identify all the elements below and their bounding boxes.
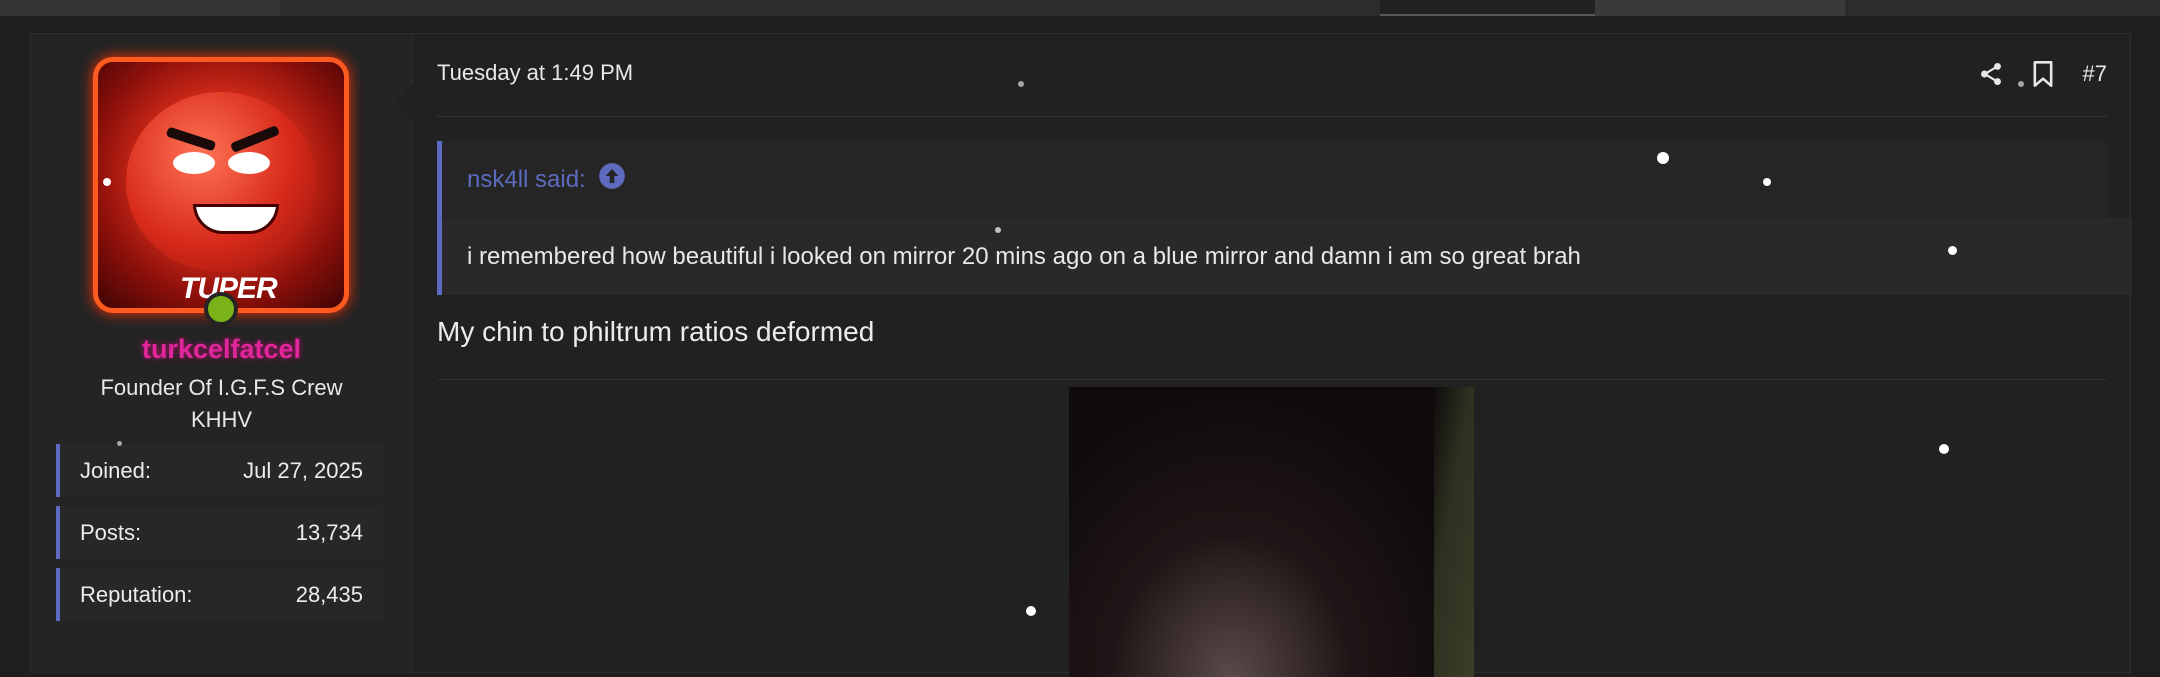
post-content: Tuesday at 1:49 PM #7 nsk4ll said: i rem… xyxy=(412,34,2132,677)
username[interactable]: turkcelfatcel xyxy=(31,334,412,365)
avatar-eye xyxy=(228,152,270,174)
stat-label: Joined: xyxy=(80,457,151,483)
snow-particle xyxy=(1939,444,1949,454)
post-message-text: My chin to philtrum ratios deformed xyxy=(437,316,875,347)
user-stat-posts: Posts: 13,734 xyxy=(56,506,383,559)
quote-author[interactable]: nsk4ll said: xyxy=(467,166,586,194)
post-number-link[interactable]: #7 xyxy=(2083,61,2107,87)
snow-particle xyxy=(1018,81,1024,87)
user-title: Founder Of I.G.F.S Crew KHHV xyxy=(100,375,343,432)
stat-value: 13,734 xyxy=(295,519,363,545)
post-date[interactable]: Tuesday at 1:49 PM xyxy=(437,60,633,86)
post-image[interactable] xyxy=(1069,387,1474,677)
stat-value: Jul 27, 2025 xyxy=(243,457,363,483)
nav-tab-active[interactable] xyxy=(1380,0,1595,16)
avatar[interactable]: TUPER xyxy=(93,57,349,313)
quote-header[interactable]: nsk4ll said: xyxy=(442,141,2132,218)
avatar-face xyxy=(126,92,316,272)
post-actions: #7 xyxy=(1965,56,2107,92)
quote-body: i remembered how beautiful i looked on m… xyxy=(442,218,2132,295)
post-header: Tuesday at 1:49 PM #7 xyxy=(437,34,2107,117)
snow-particle xyxy=(1763,178,1771,186)
avatar-eye xyxy=(173,152,215,174)
user-stat-joined: Joined: Jul 27, 2025 xyxy=(56,444,383,497)
snow-particle xyxy=(117,441,122,446)
nav-segment xyxy=(0,0,280,16)
forum-post: TUPER turkcelfatcel Founder Of I.G.F.S C… xyxy=(30,33,2132,677)
snow-particle xyxy=(995,227,1001,233)
user-stat-reputation: Reputation: 28,435 xyxy=(56,568,383,621)
snow-particle xyxy=(1948,246,1957,255)
snow-particle xyxy=(1657,152,1669,164)
stat-value: 28,435 xyxy=(295,581,363,607)
snow-particle xyxy=(103,178,111,186)
arrow-up-circle-icon[interactable] xyxy=(598,162,626,197)
stat-label: Reputation: xyxy=(80,581,193,607)
quote-block: nsk4ll said: i remembered how beautiful … xyxy=(437,141,2132,295)
stat-label: Posts: xyxy=(80,519,142,545)
online-status-icon xyxy=(204,292,238,326)
post-user-cell: TUPER turkcelfatcel Founder Of I.G.F.S C… xyxy=(31,34,413,674)
divider xyxy=(437,379,2107,380)
share-icon[interactable] xyxy=(1965,56,2017,92)
bookmark-icon[interactable] xyxy=(2017,56,2069,92)
image-edge xyxy=(1434,387,1474,677)
nav-segment xyxy=(1595,0,1845,16)
snow-particle xyxy=(1026,606,1036,616)
top-navigation-strip xyxy=(0,0,2160,16)
user-cell-arrow xyxy=(395,84,413,120)
snow-particle xyxy=(2018,81,2024,87)
